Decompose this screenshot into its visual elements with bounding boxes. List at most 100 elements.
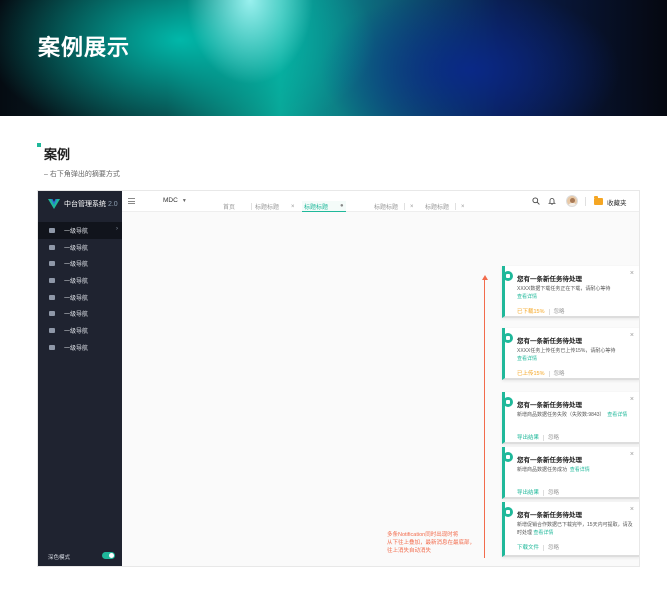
sidebar-item[interactable]: 一级导航 xyxy=(38,239,122,256)
notification: 您有一条新任务待处理 × 新增促销合作数据已下载完毕，15天内可提取，请及时处理… xyxy=(502,502,639,557)
notification-body: XXXX任务上传任务已上传15%，请耐心等待 查看详情 xyxy=(517,348,616,362)
dark-mode-label: 深色模式 xyxy=(48,555,71,561)
notification: 您有一条新任务待处理 × XXXX数据下载任务正在下载，请耐心等待 查看详情 已… xyxy=(502,266,639,318)
tab-title[interactable]: 标题标题 × xyxy=(425,201,465,212)
sidebar-item[interactable]: 一级导航 › xyxy=(38,222,122,239)
tab-label: 首页 xyxy=(223,205,236,211)
tab-title[interactable]: 标题标题 × xyxy=(374,201,414,212)
sidebar-item[interactable]: 一级导航 xyxy=(38,339,122,356)
close-icon[interactable]: × xyxy=(461,204,465,210)
sidebar-item[interactable]: 一级导航 xyxy=(38,305,122,322)
nav-item-icon xyxy=(49,277,55,283)
ignore-button[interactable]: 忽略 xyxy=(548,490,559,496)
nav-item-icon xyxy=(49,227,55,233)
folder-icon[interactable] xyxy=(594,196,603,205)
sidebar-item-label: 一级导航 xyxy=(64,328,89,335)
notification-body: 新增商品数据任务失败（失败数:9843） 查看详情 xyxy=(517,412,628,418)
notification-icon xyxy=(503,452,513,462)
notification-actions: 已下载15% 忽略 xyxy=(517,307,565,315)
dark-mode-toggle[interactable] xyxy=(102,552,115,559)
nav-item-icon xyxy=(49,327,55,333)
annotation-note: 多条Notification同时出现时将 从下往上叠加，最新消息在最底部， 往上… xyxy=(387,532,476,554)
sidebar-item[interactable]: 一级导航 xyxy=(38,255,122,272)
nav-item-icon xyxy=(49,244,55,250)
notification-actions: 导出结果 忽略 xyxy=(517,433,559,441)
tab-label: 标题标题 xyxy=(374,205,399,211)
ignore-button[interactable]: 忽略 xyxy=(548,545,559,551)
nav-item-icon xyxy=(49,261,55,267)
ignore-button[interactable]: 忽略 xyxy=(548,435,559,441)
chevron-right-icon: › xyxy=(116,226,118,232)
app-logo[interactable]: 中台管理系统 2.0 xyxy=(48,199,118,209)
sidebar-item-label: 一级导航 xyxy=(64,278,89,285)
notification-title: 您有一条新任务待处理 xyxy=(517,457,582,464)
notification: 您有一条新任务待处理 × 新增商品数据任务失败（失败数:9843） 查看详情 导… xyxy=(502,392,639,444)
avatar-face xyxy=(570,198,575,203)
close-icon[interactable]: × xyxy=(630,332,634,339)
notification-primary-action[interactable]: 已上传15% xyxy=(517,371,545,377)
sidebar-item-label: 一级导航 xyxy=(64,295,89,302)
favorites-link[interactable]: 收藏夹 xyxy=(607,197,627,207)
close-icon[interactable]: × xyxy=(630,451,634,458)
notification-body: 新增商品数据任务成功 查看详情 xyxy=(517,467,590,473)
sidebar-item[interactable]: 一级导航 xyxy=(38,289,122,306)
app-name: 中台管理系统 2.0 xyxy=(64,201,118,208)
annotation-arrow xyxy=(484,279,485,558)
section-title: 案例 xyxy=(44,147,71,162)
hero-title: 案例展示 xyxy=(38,35,131,60)
close-icon[interactable]: × xyxy=(630,270,634,277)
tab-title[interactable]: 标题标题 × xyxy=(255,201,295,212)
notification: 您有一条新任务待处理 × 新增商品数据任务成功 查看详情 导出结果 忽略 xyxy=(502,447,639,499)
app-select[interactable]: MDC ▼ xyxy=(163,197,187,204)
tab-separator xyxy=(251,203,252,210)
sidebar-item-label: 一级导航 xyxy=(64,228,89,235)
sidebar-item[interactable]: 一级导航 xyxy=(38,322,122,339)
sidebar: 中台管理系统 2.0 一级导航 › 一级导航 一级导航 一级导航 一级导航 一级… xyxy=(38,191,122,566)
view-details-link[interactable]: 查看详情 xyxy=(517,294,537,300)
menu-icon[interactable] xyxy=(128,198,135,204)
tab-label: 标题标题 xyxy=(304,204,329,211)
notification: 您有一条新任务待处理 × XXXX任务上传任务已上传15%，请耐心等待 查看详情… xyxy=(502,328,639,380)
tab-home[interactable]: 首页 xyxy=(223,201,235,212)
notification-primary-action[interactable]: 已下载15% xyxy=(517,309,545,315)
sidebar-item-label: 一级导航 xyxy=(64,245,89,252)
sidebar-nav: 一级导航 › 一级导航 一级导航 一级导航 一级导航 一级导航 一级导航 一级导… xyxy=(38,222,122,356)
avatar[interactable] xyxy=(566,195,578,207)
view-details-link[interactable]: 查看详情 xyxy=(517,356,537,362)
notification-title: 您有一条新任务待处理 xyxy=(517,402,582,409)
notification-body: 新增促销合作数据已下载完毕，15天内可提取，请及时处理 查看详情 xyxy=(517,522,633,536)
close-icon[interactable]: × xyxy=(410,204,414,210)
tab-title-active[interactable]: 标题标题 ● xyxy=(302,201,346,212)
notification-title: 您有一条新任务待处理 xyxy=(517,276,582,283)
nav-item-icon xyxy=(49,294,55,300)
close-icon[interactable]: × xyxy=(630,506,634,513)
notification-icon xyxy=(503,397,513,407)
bell-icon[interactable] xyxy=(548,197,556,205)
close-icon[interactable]: × xyxy=(630,396,634,403)
nav-item-icon xyxy=(49,311,55,317)
hero-banner: 案例展示 xyxy=(0,0,667,116)
section-subtitle: – 右下角弹出的摘要方式 xyxy=(44,171,120,178)
caret-down-icon: ▼ xyxy=(181,198,187,204)
search-icon[interactable] xyxy=(532,197,540,205)
dot-icon[interactable]: ● xyxy=(340,203,344,209)
sidebar-item[interactable]: 一级导航 xyxy=(38,272,122,289)
avatar-body xyxy=(568,203,577,206)
close-icon[interactable]: × xyxy=(291,204,295,210)
ignore-button[interactable]: 忽略 xyxy=(554,371,565,377)
nav-item-icon xyxy=(49,344,55,350)
view-details-link[interactable]: 查看详情 xyxy=(533,530,553,536)
notification-primary-action[interactable]: 下载文件 xyxy=(517,545,539,551)
notification-icon xyxy=(503,333,513,343)
toolbar-divider xyxy=(585,197,586,206)
view-details-link[interactable]: 查看详情 xyxy=(570,467,590,473)
notification-title: 您有一条新任务待处理 xyxy=(517,512,582,519)
tab-label: 标题标题 xyxy=(425,205,450,211)
view-details-link[interactable]: 查看详情 xyxy=(607,412,627,418)
notification-primary-action[interactable]: 导出结果 xyxy=(517,490,539,496)
notification-icon xyxy=(503,271,513,281)
notification-primary-action[interactable]: 导出结果 xyxy=(517,435,539,441)
section-marker xyxy=(37,143,41,147)
notification-icon xyxy=(503,507,513,517)
ignore-button[interactable]: 忽略 xyxy=(554,309,565,315)
